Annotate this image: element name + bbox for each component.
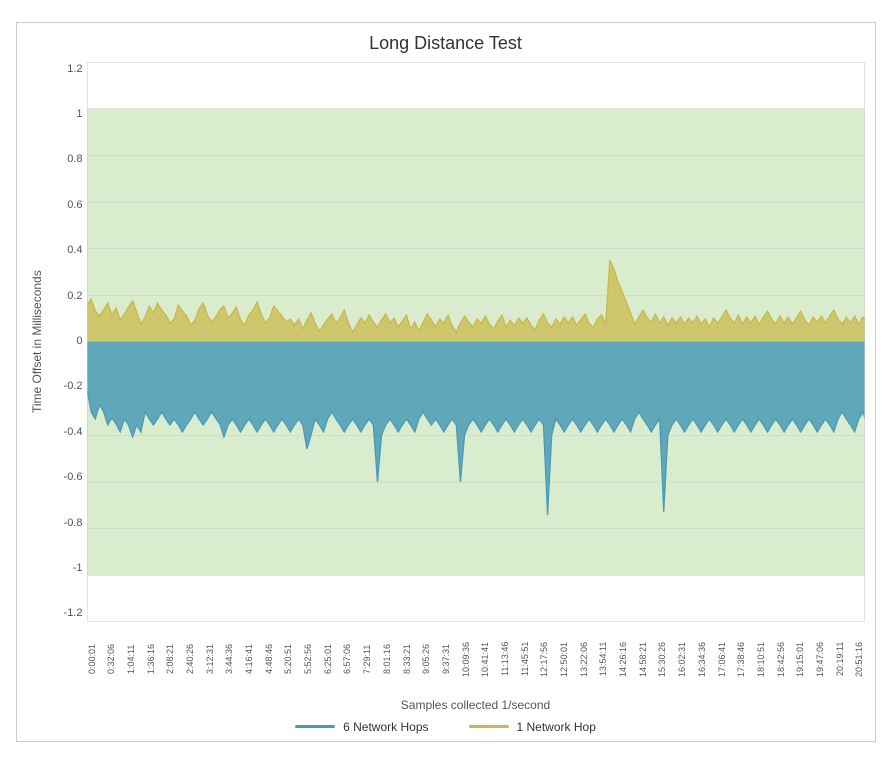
x-axis-tick: 1:04:11 [126,624,136,694]
x-axis-tick: 19:15:01 [795,624,805,694]
legend-label-yellow: 1 Network Hop [517,720,596,734]
y-axis-tick: 0.4 [67,245,82,256]
legend-item-yellow: 1 Network Hop [469,720,596,734]
x-axis-tick: 2:40:26 [185,624,195,694]
chart-title: Long Distance Test [27,33,865,54]
y-axis-tick: -1 [73,563,83,574]
x-axis-tick: 4:48:46 [264,624,274,694]
x-axis-ticks: 0:00:01 0:32:06 1:04:11 1:36:16 2:08:21 2:40:… [87,624,865,694]
x-axis-tick: 14:26:16 [618,624,628,694]
chart-container: Long Distance Test Time Offset in Millis… [16,22,876,742]
legend: 6 Network Hops 1 Network Hop [27,720,865,734]
x-axis-tick: 3:12:31 [205,624,215,694]
x-axis-tick: 14:58:21 [638,624,648,694]
y-axis-tick: -1.2 [64,608,83,619]
legend-line-blue [295,725,335,728]
x-axis-tick: 1:36:16 [146,624,156,694]
x-axis-tick: 13:54:11 [598,624,608,694]
x-axis-tick: 7:29:11 [362,624,372,694]
chart-svg [87,62,865,622]
x-axis-tick: 12:17:56 [539,624,549,694]
x-axis-tick: 9:37:31 [441,624,451,694]
x-axis-tick: 18:42:56 [776,624,786,694]
x-axis-tick: 18:10:51 [756,624,766,694]
x-axis-tick: 5:20:51 [283,624,293,694]
y-axis-tick: -0.4 [64,427,83,438]
x-axis-tick: 11:45:51 [520,624,530,694]
x-axis-tick: 2:08:21 [165,624,175,694]
x-axis-tick: 10:09:36 [461,624,471,694]
x-axis-tick: 12:50:01 [559,624,569,694]
x-axis-tick: 15:30:26 [657,624,667,694]
x-axis-tick: 17:38:46 [736,624,746,694]
y-axis-tick: -0.6 [64,472,83,483]
y-axis-tick: 0.2 [67,291,82,302]
y-axis-tick: 0.6 [67,200,82,211]
x-axis-tick: 6:57:06 [342,624,352,694]
x-axis-label: Samples collected 1/second [87,698,865,712]
x-axis-tick: 13:22:06 [579,624,589,694]
plot-area [87,62,865,622]
legend-item-blue: 6 Network Hops [295,720,428,734]
y-axis: 1.2 1 0.8 0.6 0.4 0.2 0 -0.2 -0.4 -0.6 -0.8 -1 -1.2 [49,62,87,622]
chart-area: Time Offset in Milliseconds 1.2 1 0.8 0.6 0.… [27,62,865,622]
x-axis-tick: 6:25:01 [323,624,333,694]
x-axis-tick: 16:34:36 [697,624,707,694]
y-axis-tick: -0.8 [64,518,83,529]
x-axis-tick: 11:13:46 [500,624,510,694]
x-axis-tick: 0:00:01 [87,624,97,694]
y-axis-tick: 0.8 [67,154,82,165]
x-axis-tick: 10:41:41 [480,624,490,694]
y-axis-label: Time Offset in Milliseconds [27,62,47,622]
x-axis-tick: 0:32:06 [106,624,116,694]
x-axis-tick: 20:51:16 [854,624,864,694]
x-axis-tick: 16:02:31 [677,624,687,694]
x-axis-tick: 4:16:41 [244,624,254,694]
x-axis-tick: 8:01:16 [382,624,392,694]
y-axis-tick: -0.2 [64,381,83,392]
legend-label-blue: 6 Network Hops [343,720,428,734]
x-axis-tick: 5:52:56 [303,624,313,694]
legend-line-yellow [469,725,509,728]
x-axis-tick: 8:33:21 [402,624,412,694]
x-axis-container: 0:00:01 0:32:06 1:04:11 1:36:16 2:08:21 2:40:… [87,624,865,694]
x-axis-tick: 3:44:36 [224,624,234,694]
x-axis-tick: 9:05:26 [421,624,431,694]
x-axis-tick: 19:47:06 [815,624,825,694]
y-axis-tick: 1.2 [67,64,82,75]
y-axis-tick: 0 [76,336,82,347]
x-axis-tick: 20:19:11 [835,624,845,694]
x-axis-tick: 17:06:41 [717,624,727,694]
y-axis-tick: 1 [76,109,82,120]
